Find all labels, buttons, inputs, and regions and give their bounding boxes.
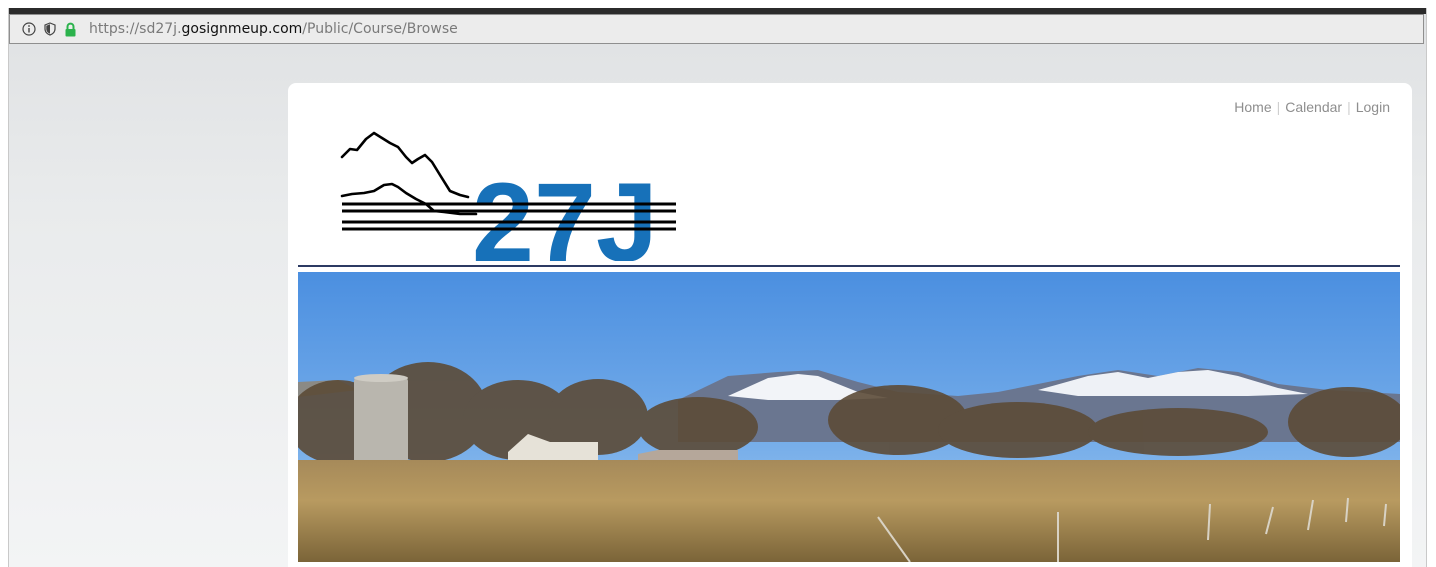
nav-login-link[interactable]: Login [1356, 99, 1390, 115]
page-card: Home | Calendar | Login 27J [288, 83, 1412, 567]
nav-separator: | [1347, 99, 1351, 115]
nav-separator: | [1276, 99, 1281, 115]
url-text[interactable]: https://sd27j.gosignmeup.com/Public/Cour… [89, 21, 458, 37]
header-divider [298, 265, 1400, 267]
lock-icon[interactable] [64, 22, 77, 37]
district-logo[interactable]: 27J [340, 127, 676, 261]
shield-icon[interactable] [44, 22, 56, 36]
nav-calendar-link[interactable]: Calendar [1285, 99, 1342, 115]
top-nav: Home | Calendar | Login [1234, 99, 1390, 115]
url-path: /Public/Course/Browse [302, 21, 458, 37]
landscape-banner [298, 272, 1400, 562]
nav-home-link[interactable]: Home [1234, 99, 1271, 115]
browser-frame: https://sd27j.gosignmeup.com/Public/Cour… [8, 8, 1427, 567]
address-bar[interactable]: https://sd27j.gosignmeup.com/Public/Cour… [9, 14, 1424, 44]
url-domain: gosignmeup.com [181, 21, 303, 37]
url-prefix: https://sd27j. [89, 21, 182, 37]
info-icon[interactable] [22, 22, 36, 36]
